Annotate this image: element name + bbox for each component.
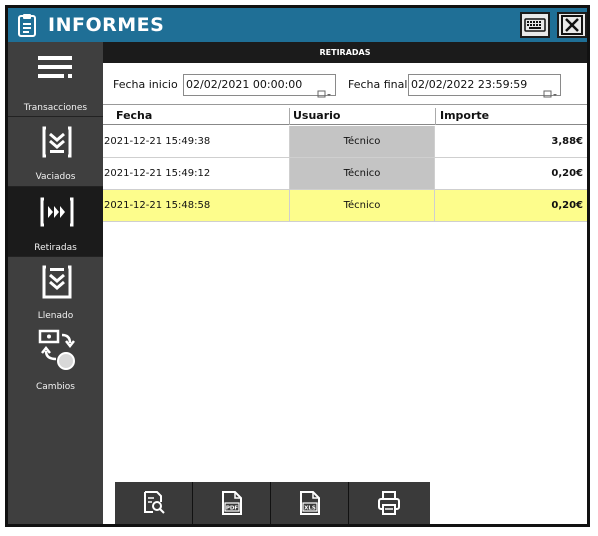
export-toolbar: PDF XLS (115, 482, 430, 524)
cell-usuario: Técnico (289, 190, 435, 221)
cell-fecha: 2021-12-21 15:49:12 (104, 168, 211, 179)
table-row[interactable]: 2021-12-21 15:49:12 Técnico 0,20€ (103, 158, 587, 190)
close-icon (561, 15, 583, 35)
sidebar-item-retiradas[interactable]: Retiradas (8, 187, 103, 257)
reports-window: INFORMES Transacciones Vaciados Retirada… (5, 5, 590, 527)
column-divider (435, 108, 436, 125)
cell-usuario: Técnico (289, 158, 435, 189)
end-date-label: Fecha final (348, 78, 408, 91)
print-icon (378, 491, 400, 515)
sidebar-item-label: Transacciones (23, 103, 88, 113)
pdf-label: PDF (226, 506, 239, 512)
xls-icon: XLS (300, 491, 320, 515)
export-xls-button[interactable]: XLS (271, 482, 349, 524)
xls-label: XLS (304, 506, 316, 512)
hamburger-menu-icon (38, 56, 72, 78)
sidebar-item-cambios[interactable]: Cambios (8, 327, 103, 397)
sidebar-item-label: Retiradas (34, 243, 77, 253)
sidebar-item-transacciones[interactable]: Transacciones (8, 42, 103, 117)
column-divider (289, 108, 290, 125)
cell-importe: 3,88€ (551, 136, 583, 147)
pdf-icon: PDF (222, 491, 242, 515)
cell-fecha: 2021-12-21 15:48:58 (104, 200, 211, 211)
fill-down-icon (42, 265, 72, 299)
cell-importe: 0,20€ (551, 200, 583, 211)
calendar-dropdown-icon[interactable] (317, 90, 331, 100)
print-button[interactable] (349, 482, 427, 524)
sidebar-item-label: Vaciados (35, 172, 76, 182)
start-date-field[interactable]: 02/02/2021 00:00:00 (183, 74, 336, 96)
sidebar-item-vaciados[interactable]: Vaciados (8, 117, 103, 187)
table-row[interactable]: 2021-12-21 15:49:38 Técnico 3,88€ (103, 126, 587, 158)
cell-usuario: Técnico (289, 126, 435, 157)
preview-icon (144, 491, 165, 514)
column-header-importe[interactable]: Importe (440, 109, 489, 122)
exchange-icon (38, 329, 75, 370)
section-title: RETIRADAS (103, 42, 587, 63)
table-row-selected[interactable]: 2021-12-21 15:48:58 Técnico 0,20€ (103, 190, 587, 222)
end-date-field[interactable]: 02/02/2022 23:59:59 (408, 74, 561, 96)
sidebar-item-label: Llenado (37, 311, 74, 321)
sidebar-item-label: Cambios (36, 382, 75, 392)
calendar-dropdown-icon[interactable] (543, 90, 557, 100)
main-content: RETIRADAS Fecha inicio 02/02/2021 00:00:… (103, 42, 587, 524)
column-header-usuario[interactable]: Usuario (293, 109, 341, 122)
window-title: INFORMES (48, 14, 165, 36)
empty-down-icon (42, 126, 72, 158)
fast-forward-icon (40, 197, 74, 227)
export-pdf-button[interactable]: PDF (193, 482, 271, 524)
column-header-fecha[interactable]: Fecha (116, 109, 152, 122)
keyboard-icon (524, 18, 546, 32)
start-date-value: 02/02/2021 00:00:00 (186, 78, 303, 91)
title-bar: INFORMES (8, 8, 587, 42)
cell-importe: 0,20€ (551, 168, 583, 179)
end-date-value: 02/02/2022 23:59:59 (411, 78, 528, 91)
date-filters: Fecha inicio 02/02/2021 00:00:00 Fecha f… (103, 63, 587, 105)
close-button[interactable] (557, 12, 587, 38)
start-date-label: Fecha inicio (113, 78, 178, 91)
preview-button[interactable] (115, 482, 193, 524)
clipboard-icon (18, 14, 36, 37)
sidebar-item-llenado[interactable]: Llenado (8, 257, 103, 327)
sidebar: Transacciones Vaciados Retiradas Llenado… (8, 42, 103, 524)
cell-fecha: 2021-12-21 15:49:38 (104, 136, 211, 147)
keyboard-button[interactable] (520, 12, 550, 38)
table-header: Fecha Usuario Importe (103, 108, 587, 125)
